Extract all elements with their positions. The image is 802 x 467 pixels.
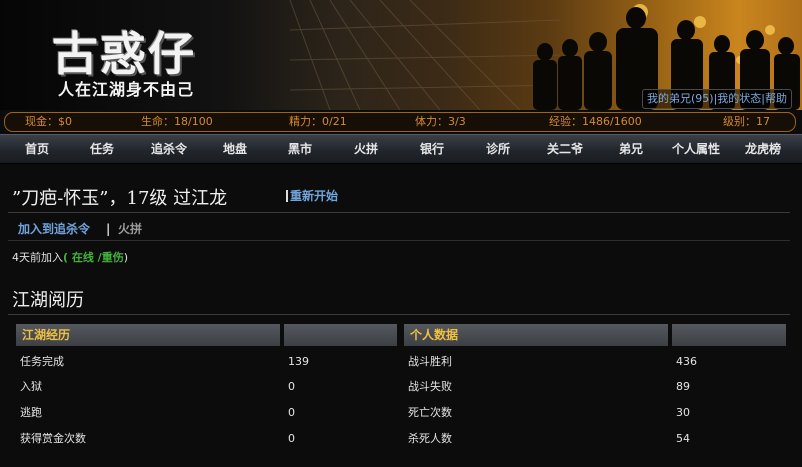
nav-guan-er-ye[interactable]: 关二爷	[530, 135, 600, 163]
add-to-hitlist-link[interactable]: 加入到追杀令	[18, 218, 90, 240]
site-logo-title: 古惑仔	[52, 27, 196, 81]
table-row-label: 战斗胜利	[408, 355, 452, 368]
table-row-value: 54	[676, 432, 690, 445]
table-row-label: 入狱	[20, 380, 42, 393]
nav-territory[interactable]: 地盘	[200, 135, 270, 163]
nav-leaderboard[interactable]: 龙虎榜	[728, 135, 798, 163]
my-status-link[interactable]: 我的状态	[717, 92, 761, 105]
profile-heading: ”刀疤-怀玉”，17级 过江龙 重新开始	[8, 180, 790, 213]
nav-black-market[interactable]: 黑市	[265, 135, 335, 163]
nav-clinic[interactable]: 诊所	[463, 135, 533, 163]
stat-exp: 经验：1486/1600	[549, 115, 642, 128]
nav-brothers[interactable]: 弟兄	[596, 135, 666, 163]
nav-hitlist[interactable]: 追杀令	[134, 135, 204, 163]
fight-link[interactable]: 火拼	[118, 218, 142, 240]
table-row-label: 获得赏金次数	[20, 432, 86, 445]
nav-fight[interactable]: 火拼	[331, 135, 401, 163]
site-slogan: 人在江湖身不由己	[58, 80, 195, 99]
profile-actions: 加入到追杀令 | 火拼	[8, 218, 790, 241]
action-separator: |	[106, 222, 111, 236]
table-row-label: 死亡次数	[408, 406, 452, 419]
table-row-label: 战斗失败	[408, 380, 452, 393]
my-brothers-link[interactable]: 我的弟兄(95)	[647, 92, 714, 105]
player-stats-bar: 现金：$0 生命：18/100 精力：0/21 体力：3/3 经验：1486/1…	[4, 112, 796, 132]
stat-cash: 现金：$0	[25, 115, 72, 128]
table-row-value: 89	[676, 380, 690, 393]
history-section-title: 江湖阅历	[12, 290, 84, 311]
history-left-header: 江湖经历	[16, 324, 280, 346]
table-row-label: 任务完成	[20, 355, 64, 368]
table-row-label: 逃跑	[20, 406, 42, 419]
table-row-value: 30	[676, 406, 690, 419]
help-link[interactable]: 帮助	[765, 92, 787, 105]
stat-level: 级别：17	[723, 115, 770, 128]
restart-link[interactable]: 重新开始	[286, 190, 338, 202]
main-nav: 首页 任务 追杀令 地盘 黑市 火拼 银行 诊所 关二爷 弟兄 个人属性 龙虎榜	[0, 134, 802, 164]
table-row-value: 0	[288, 406, 295, 419]
nav-home[interactable]: 首页	[2, 135, 72, 163]
table-row-value: 436	[676, 355, 697, 368]
header-banner: 古惑仔 人在江湖身不由己 我的弟兄(95)|我的状态|帮助	[0, 0, 802, 110]
stat-life: 生命：18/100	[141, 115, 213, 128]
status-close-paren: )	[123, 251, 129, 264]
nav-tasks[interactable]: 任务	[67, 135, 137, 163]
history-left-value-header	[284, 324, 397, 346]
table-row-label: 杀死人数	[408, 432, 452, 445]
joined-time: 4天前加入	[12, 251, 63, 264]
table-row-value: 0	[288, 380, 295, 393]
join-status: 4天前加入( 在线 /重伤)	[12, 248, 128, 268]
history-right-value-header	[672, 324, 786, 346]
history-right-header: 个人数据	[404, 324, 668, 346]
online-status: ( 在线 /重伤	[63, 251, 124, 264]
character-name-title: ”刀疤-怀玉”，17级 过江龙	[12, 188, 228, 209]
nav-bank[interactable]: 银行	[397, 135, 467, 163]
top-links-bar: 我的弟兄(95)|我的状态|帮助	[641, 89, 792, 109]
table-row-value: 139	[288, 355, 309, 368]
stat-stamina: 体力：3/3	[415, 115, 466, 128]
table-row-value: 0	[288, 432, 295, 445]
stat-energy: 精力：0/21	[289, 115, 347, 128]
section-divider	[8, 314, 790, 315]
nav-profile-attributes[interactable]: 个人属性	[661, 135, 731, 163]
